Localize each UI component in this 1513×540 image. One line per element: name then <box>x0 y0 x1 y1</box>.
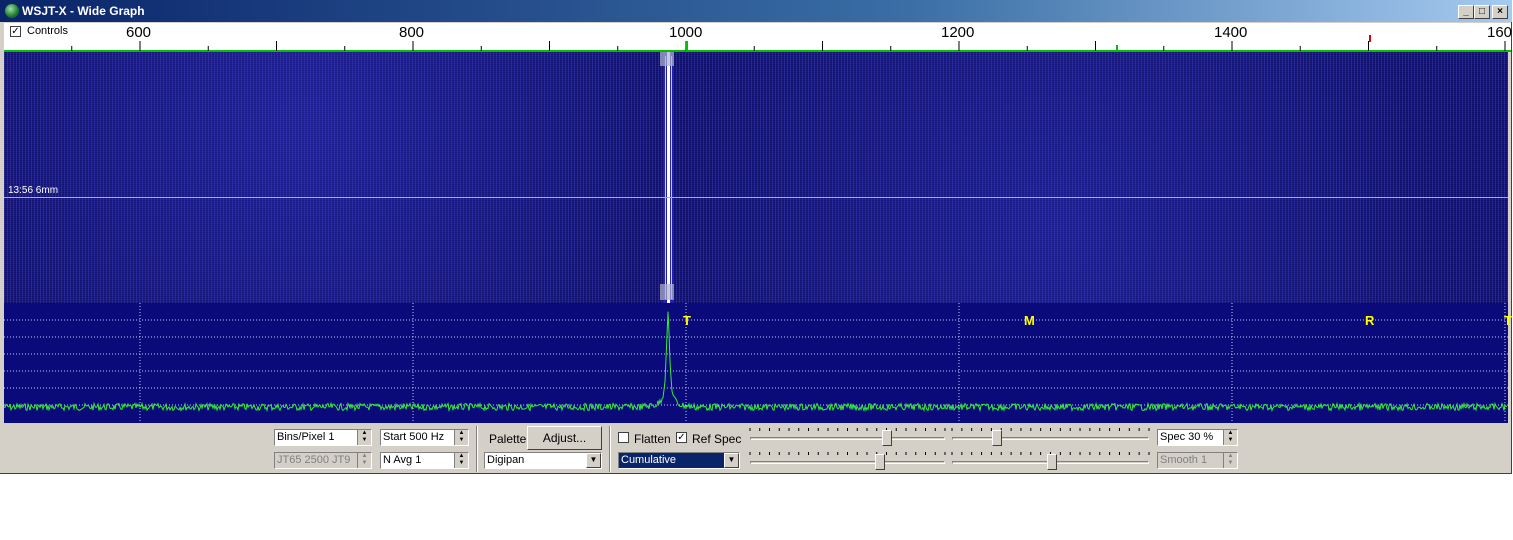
chevron-down-icon[interactable]: ▼ <box>724 453 739 468</box>
freq-label-1600: 160 <box>1487 24 1513 41</box>
app-icon <box>5 4 19 18</box>
palette-value: Digipan <box>487 454 525 466</box>
plot-gain-slider-track <box>750 461 945 464</box>
tx-tick-marker <box>1116 45 1118 51</box>
mode-frequency-spinbox: JT65 2500 JT9 ▲ ▼ <box>274 452 372 469</box>
tx-frequency-marker <box>1369 35 1371 42</box>
waterfall-signal <box>660 52 674 303</box>
freq-label-1400: 1400 <box>1214 24 1248 41</box>
zero-slider-track <box>952 437 1149 440</box>
navg-spinbox[interactable]: N Avg 1 ▲ ▼ <box>380 452 469 469</box>
marker-t-edge: T <box>1504 313 1512 328</box>
spectrum-plot <box>4 303 1508 423</box>
adjust-palette-button[interactable]: Adjust... <box>527 426 602 450</box>
wide-graph-window: WSJT-X - Wide Graph _ □ × ✓ Controls 600… <box>0 0 1512 474</box>
ref-spec-label: Ref Spec <box>692 432 742 446</box>
start-frequency-value: Start 500 Hz <box>383 431 445 443</box>
chevron-down-icon[interactable]: ▼ <box>586 453 601 468</box>
spec-percent-spinbox[interactable]: Spec 30 % ▲ ▼ <box>1157 429 1238 446</box>
freq-label-600: 600 <box>126 24 152 41</box>
waterfall-time-divider <box>4 197 1508 198</box>
spectrum-type-value: Cumulative <box>621 454 677 466</box>
flatten-label: Flatten <box>634 432 671 446</box>
smooth-spin-arrows: ▲ ▼ <box>1223 453 1237 468</box>
frequency-ticks <box>4 35 1511 52</box>
frequency-scale[interactable]: ✓ Controls 600 800 1000 1200 1400 160 <box>4 23 1513 52</box>
maximize-button[interactable]: □ <box>1474 5 1490 19</box>
marker-m: M <box>1024 313 1035 328</box>
controls-panel: Bins/Pixel 1 ▲ ▼ JT65 2500 JT9 ▲ ▼ Start 5… <box>0 424 1512 474</box>
spectrum-trace <box>4 311 1508 413</box>
separator <box>476 426 478 472</box>
start-spin-arrows[interactable]: ▲ ▼ <box>454 430 468 445</box>
separator <box>609 426 611 472</box>
palette-select[interactable]: Digipan ▼ <box>484 452 602 469</box>
smooth-spinbox: Smooth 1 ▲ ▼ <box>1157 452 1238 469</box>
bins-per-pixel-value: Bins/Pixel 1 <box>277 431 335 443</box>
window-title: WSJT-X - Wide Graph <box>22 4 145 18</box>
flatten-checkbox[interactable] <box>618 432 629 443</box>
palette-label: Palette <box>489 432 527 446</box>
plot-gain-slider[interactable] <box>875 454 885 470</box>
spectrum-type-select[interactable]: Cumulative ▼ <box>618 452 740 469</box>
mode-spin-arrows: ▲ ▼ <box>357 453 371 468</box>
freq-label-800: 800 <box>399 24 425 41</box>
navg-spin-arrows[interactable]: ▲ ▼ <box>454 453 468 468</box>
spec-spin-arrows[interactable]: ▲ ▼ <box>1223 430 1237 445</box>
spec-percent-value: Spec 30 % <box>1160 431 1214 443</box>
freq-label-1000: 1000 <box>669 24 703 41</box>
gain-slider[interactable] <box>882 430 892 446</box>
ref-spec-checkbox[interactable]: ✓ <box>676 432 687 443</box>
bins-per-pixel-spinbox[interactable]: Bins/Pixel 1 ▲ ▼ <box>274 429 372 446</box>
slider-scales <box>749 428 1150 455</box>
mode-labels: JT65 2500 JT9 <box>277 454 351 466</box>
freq-label-1200: 1200 <box>941 24 975 41</box>
smooth-value: Smooth 1 <box>1160 454 1208 466</box>
marker-r: R <box>1365 313 1375 328</box>
tx-marker-t: T <box>683 313 691 328</box>
gain-slider-track <box>750 437 945 440</box>
spectrum-display[interactable]: T M R T <box>4 303 1512 423</box>
navg-value: N Avg 1 <box>383 454 422 466</box>
bins-spin-arrows[interactable]: ▲ ▼ <box>357 430 371 445</box>
rx-frequency-marker <box>686 41 688 51</box>
zero-slider[interactable] <box>992 430 1002 446</box>
waterfall-timestamp: 13:56 6mm <box>8 185 59 196</box>
start-frequency-spinbox[interactable]: Start 500 Hz ▲ ▼ <box>380 429 469 446</box>
plot-zero-slider[interactable] <box>1047 454 1057 470</box>
title-bar[interactable]: WSJT-X - Wide Graph _ □ × <box>0 0 1512 22</box>
close-button[interactable]: × <box>1492 5 1508 19</box>
minimize-button[interactable]: _ <box>1458 5 1474 19</box>
waterfall-display[interactable]: 13:56 6mm <box>4 52 1508 303</box>
